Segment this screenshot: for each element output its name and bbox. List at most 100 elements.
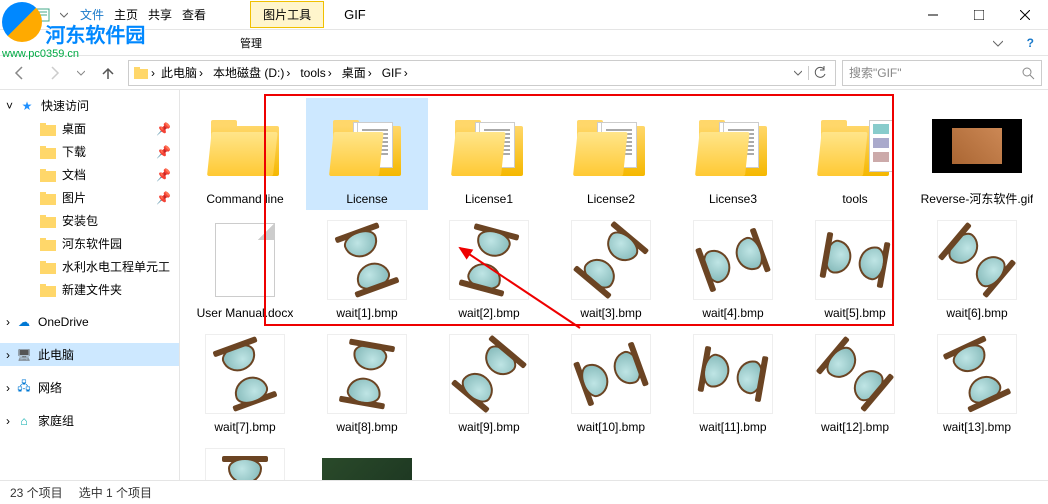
file-thumbnail bbox=[195, 102, 295, 190]
folder-icon bbox=[40, 190, 56, 206]
file-label: wait[13].bmp bbox=[943, 420, 1011, 434]
ribbon-manage-group[interactable]: 管理 bbox=[240, 35, 262, 51]
chevron-right-icon: › bbox=[6, 315, 10, 329]
file-item[interactable]: wait[10].bmp bbox=[550, 326, 672, 438]
minimize-button[interactable] bbox=[910, 0, 956, 30]
file-item[interactable]: tools bbox=[794, 98, 916, 210]
file-thumbnail bbox=[317, 444, 417, 480]
ribbon-help-icon[interactable]: ? bbox=[1023, 36, 1038, 50]
refresh-icon[interactable] bbox=[808, 66, 831, 80]
sidebar-item[interactable]: 图片📌 bbox=[0, 186, 179, 209]
breadcrumb-sep-icon[interactable]: › bbox=[151, 66, 155, 80]
file-item[interactable]: wait[14].bmp bbox=[184, 440, 306, 480]
file-item[interactable]: wait[5].bmp bbox=[794, 212, 916, 324]
properties-icon[interactable] bbox=[32, 4, 54, 26]
file-label: License3 bbox=[709, 192, 757, 206]
ribbon-tab-file[interactable]: 文件 bbox=[80, 6, 104, 23]
file-item[interactable]: wait[6].bmp bbox=[916, 212, 1038, 324]
chevron-right-icon: › bbox=[6, 348, 10, 362]
file-item[interactable]: wait[8].bmp bbox=[306, 326, 428, 438]
file-thumbnail bbox=[317, 216, 417, 304]
title-bar: 文件 主页 共享 查看 图片工具 GIF bbox=[0, 0, 1048, 30]
nav-pane: ˅ ★ 快速访问 桌面📌下载📌文档📌图片📌安装包河东软件园水利水电工程单元工新建… bbox=[0, 90, 180, 480]
qat-dropdown-icon[interactable] bbox=[58, 4, 70, 26]
pin-icon: 📌 bbox=[156, 191, 171, 205]
forward-button[interactable] bbox=[40, 59, 68, 87]
file-thumbnail bbox=[805, 102, 905, 190]
file-item[interactable]: 虎牙-胖炸 20190912110 bbox=[306, 440, 428, 480]
search-icon[interactable] bbox=[1021, 66, 1035, 80]
sidebar-network[interactable]: › 🖧 网络 bbox=[0, 376, 179, 399]
ribbon-tab-home[interactable]: 主页 bbox=[114, 6, 138, 23]
explorer-icon[interactable] bbox=[6, 4, 28, 26]
address-dropdown-icon[interactable] bbox=[790, 69, 806, 77]
file-item[interactable]: Reverse-河东软件.gif bbox=[916, 98, 1038, 210]
file-thumbnail bbox=[927, 216, 1027, 304]
file-label: wait[4].bmp bbox=[702, 306, 763, 320]
maximize-button[interactable] bbox=[956, 0, 1002, 30]
file-thumbnail bbox=[561, 102, 661, 190]
search-box[interactable]: 搜索"GIF" bbox=[842, 60, 1042, 86]
sidebar-item[interactable]: 新建文件夹 bbox=[0, 278, 179, 301]
file-item[interactable]: License1 bbox=[428, 98, 550, 210]
file-item[interactable]: License bbox=[306, 98, 428, 210]
file-item[interactable]: wait[7].bmp bbox=[184, 326, 306, 438]
sidebar-quick-access[interactable]: ˅ ★ 快速访问 bbox=[0, 94, 179, 117]
back-button[interactable] bbox=[6, 59, 34, 87]
file-item[interactable]: wait[1].bmp bbox=[306, 212, 428, 324]
file-thumbnail bbox=[927, 102, 1027, 190]
file-item[interactable]: License2 bbox=[550, 98, 672, 210]
ribbon-expand-icon[interactable] bbox=[993, 38, 1003, 48]
file-item[interactable]: wait[11].bmp bbox=[672, 326, 794, 438]
folder-icon bbox=[40, 213, 56, 229]
sidebar-item[interactable]: 水利水电工程单元工 bbox=[0, 255, 179, 278]
folder-icon bbox=[40, 282, 56, 298]
file-label: wait[5].bmp bbox=[824, 306, 885, 320]
file-label: wait[7].bmp bbox=[214, 420, 275, 434]
file-label: wait[8].bmp bbox=[336, 420, 397, 434]
sidebar-onedrive[interactable]: › ☁ OneDrive bbox=[0, 311, 179, 333]
file-label: wait[6].bmp bbox=[946, 306, 1007, 320]
sidebar-item[interactable]: 河东软件园 bbox=[0, 232, 179, 255]
file-thumbnail bbox=[317, 330, 417, 418]
breadcrumb-0[interactable]: 此电脑 › bbox=[157, 62, 207, 83]
file-thumbnail bbox=[683, 330, 783, 418]
file-item[interactable]: User Manual.docx bbox=[184, 212, 306, 324]
ribbon-tab-share[interactable]: 共享 bbox=[148, 6, 172, 23]
ribbon-tab-view[interactable]: 查看 bbox=[182, 6, 206, 23]
file-label: User Manual.docx bbox=[197, 306, 294, 320]
sidebar-homegroup[interactable]: › ⌂ 家庭组 bbox=[0, 409, 179, 432]
file-item[interactable]: wait[12].bmp bbox=[794, 326, 916, 438]
contextual-tab[interactable]: 图片工具 bbox=[250, 1, 324, 28]
recent-dropdown-icon[interactable] bbox=[74, 59, 88, 87]
file-item[interactable]: wait[4].bmp bbox=[672, 212, 794, 324]
breadcrumb-2[interactable]: tools › bbox=[296, 64, 335, 82]
file-label: Reverse-河东软件.gif bbox=[921, 192, 1034, 206]
folder-icon bbox=[133, 65, 149, 81]
close-button[interactable] bbox=[1002, 0, 1048, 30]
star-icon: ★ bbox=[19, 98, 35, 114]
breadcrumb-3[interactable]: 桌面 › bbox=[338, 62, 376, 83]
file-thumbnail bbox=[439, 216, 539, 304]
breadcrumb-1[interactable]: 本地磁盘 (D:) › bbox=[209, 62, 294, 83]
sidebar-item[interactable]: 文档📌 bbox=[0, 163, 179, 186]
file-item[interactable]: wait[13].bmp bbox=[916, 326, 1038, 438]
address-bar[interactable]: › 此电脑 › 本地磁盘 (D:) › tools › 桌面 › GIF › bbox=[128, 60, 836, 86]
chevron-right-icon: › bbox=[6, 414, 10, 428]
sidebar-item[interactable]: 安装包 bbox=[0, 209, 179, 232]
file-item[interactable]: wait[9].bmp bbox=[428, 326, 550, 438]
sidebar-item[interactable]: 桌面📌 bbox=[0, 117, 179, 140]
file-pane[interactable]: Command lineLicenseLicense1License2 Licen… bbox=[180, 90, 1048, 480]
file-item[interactable]: License3 bbox=[672, 98, 794, 210]
file-item[interactable]: Command line bbox=[184, 98, 306, 210]
cloud-icon: ☁ bbox=[16, 314, 32, 330]
up-button[interactable] bbox=[94, 59, 122, 87]
breadcrumb-4[interactable]: GIF › bbox=[378, 64, 412, 82]
file-item[interactable]: wait[2].bmp bbox=[428, 212, 550, 324]
folder-icon bbox=[40, 259, 56, 275]
file-item[interactable]: wait[3].bmp bbox=[550, 212, 672, 324]
file-label: wait[12].bmp bbox=[821, 420, 889, 434]
sidebar-item[interactable]: 下载📌 bbox=[0, 140, 179, 163]
chevron-down-icon: ˅ bbox=[6, 99, 13, 113]
sidebar-this-pc[interactable]: › 🖥 此电脑 bbox=[0, 343, 179, 366]
